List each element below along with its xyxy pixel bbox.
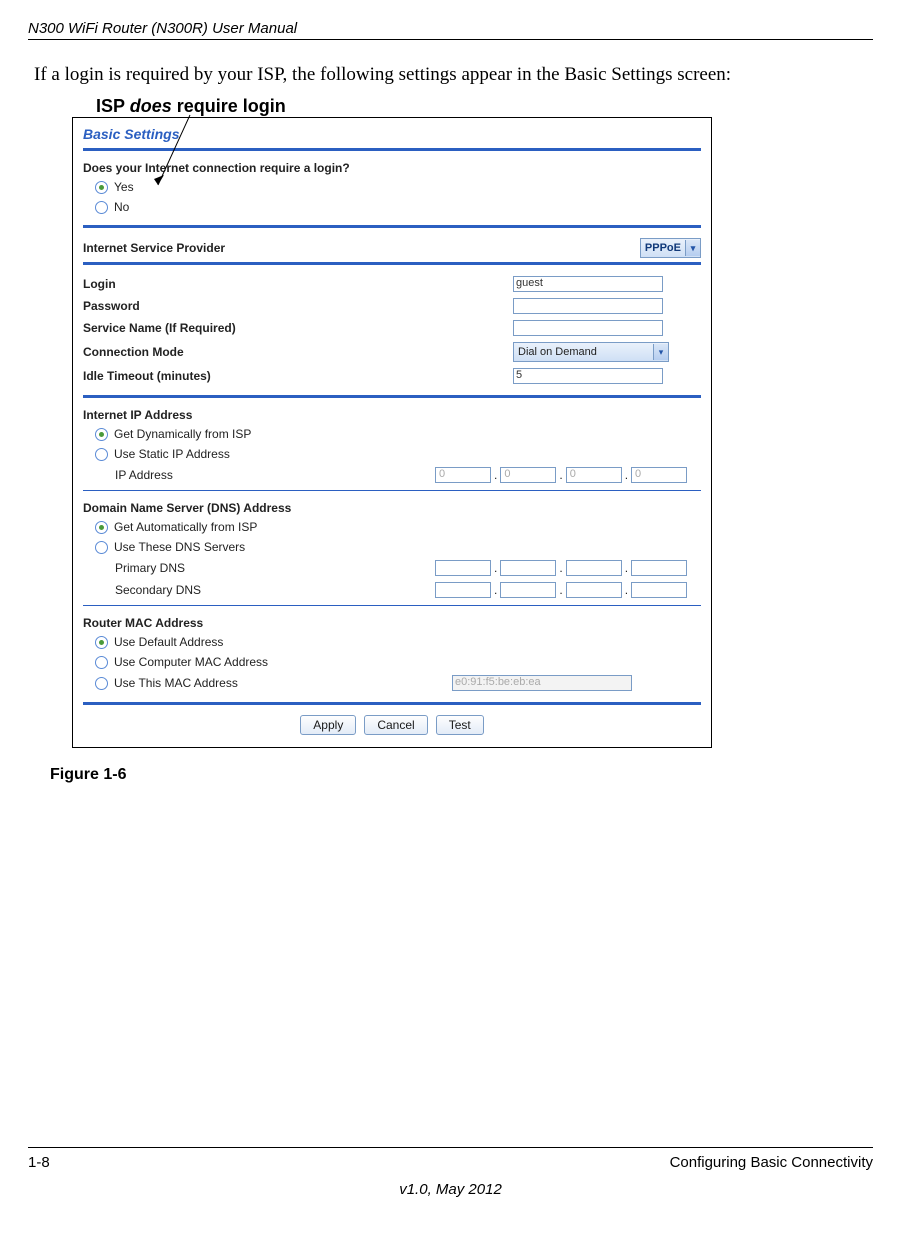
manual-title: N300 WiFi Router (N300R) User Manual: [28, 20, 873, 37]
pdns-2[interactable]: .: [500, 560, 556, 576]
isp-label: Internet Service Provider: [83, 241, 558, 255]
chevron-down-icon: ▾: [653, 344, 668, 360]
footer-rule: [28, 1147, 873, 1148]
dns-head: Domain Name Server (DNS) Address: [83, 499, 701, 517]
internet-ip-head: Internet IP Address: [83, 406, 701, 424]
cancel-button[interactable]: Cancel: [364, 715, 427, 735]
radio-mac-computer[interactable]: [95, 656, 108, 669]
radio-no-label: No: [114, 200, 129, 214]
radio-mac-this[interactable]: [95, 677, 108, 690]
basic-settings-panel: Basic Settings Does your Internet connec…: [72, 117, 712, 748]
ip-dynamic-label: Get Dynamically from ISP: [114, 427, 251, 441]
radio-yes-label: Yes: [114, 180, 134, 194]
sdns-2[interactable]: .: [500, 582, 556, 598]
footer-chapter: Configuring Basic Connectivity: [670, 1154, 873, 1171]
ip-dynamic-row[interactable]: Get Dynamically from ISP: [83, 424, 701, 444]
sep: [83, 395, 701, 398]
ip-static-label: Use Static IP Address: [114, 447, 230, 461]
pdns-3[interactable]: .: [566, 560, 622, 576]
sdns-3[interactable]: .: [566, 582, 622, 598]
primary-dns-inputs[interactable]: .. .. .. .: [435, 560, 687, 576]
isp-row: Internet Service Provider PPPoE ▾: [83, 236, 701, 260]
dns-auto-label: Get Automatically from ISP: [114, 520, 257, 534]
callout-em: does: [130, 96, 172, 116]
service-name-input[interactable]: [513, 320, 663, 336]
primary-dns-label: Primary DNS: [115, 561, 435, 575]
isp-select-value: PPPoE: [645, 242, 681, 254]
pdns-1[interactable]: .: [435, 560, 491, 576]
callout-suffix: require login: [172, 96, 286, 116]
test-button[interactable]: Test: [436, 715, 484, 735]
connection-mode-value: Dial on Demand: [518, 346, 597, 358]
chevron-down-icon: ▾: [685, 240, 700, 256]
panel-title: Basic Settings: [83, 124, 701, 146]
button-row: Apply Cancel Test: [83, 715, 701, 735]
mac-computer-label: Use Computer MAC Address: [114, 655, 268, 669]
password-label: Password: [83, 299, 513, 313]
footer-page-number: 1-8: [28, 1154, 50, 1171]
sdns-1[interactable]: .: [435, 582, 491, 598]
password-input[interactable]: [513, 298, 663, 314]
radio-no-row[interactable]: No: [83, 197, 701, 217]
secondary-dns-label: Secondary DNS: [115, 583, 435, 597]
primary-dns-row: Primary DNS .. .. .. .: [83, 557, 701, 579]
connection-mode-label: Connection Mode: [83, 345, 513, 359]
radio-dns-use[interactable]: [95, 541, 108, 554]
ip-address-label: IP Address: [115, 468, 435, 482]
radio-dns-auto[interactable]: [95, 521, 108, 534]
service-name-label: Service Name (If Required): [83, 321, 513, 335]
radio-yes[interactable]: [95, 181, 108, 194]
page-footer: 1-8 Configuring Basic Connectivity v1.0,…: [28, 1147, 873, 1198]
dns-auto-row[interactable]: Get Automatically from ISP: [83, 517, 701, 537]
login-label: Login: [83, 277, 513, 291]
require-login-question: Does your Internet connection require a …: [83, 159, 701, 177]
mac-computer-row[interactable]: Use Computer MAC Address: [83, 652, 701, 672]
intro-text: If a login is required by your ISP, the …: [34, 64, 873, 86]
mac-this-label: Use This MAC Address: [114, 676, 452, 690]
radio-mac-default[interactable]: [95, 636, 108, 649]
ip-octet-4[interactable]: 0: [631, 467, 687, 483]
mac-address-input[interactable]: e0:91:f5:be:eb:ea: [452, 675, 632, 691]
figure-caption: Figure 1-6: [50, 766, 873, 784]
mac-default-row[interactable]: Use Default Address: [83, 632, 701, 652]
idle-timeout-label: Idle Timeout (minutes): [83, 369, 513, 383]
rule-top: [28, 39, 873, 40]
isp-select[interactable]: PPPoE ▾: [640, 238, 701, 258]
sep: [83, 225, 701, 228]
ip-octet-1[interactable]: 0: [435, 467, 491, 483]
ip-octet-3[interactable]: 0: [566, 467, 622, 483]
callout: ISP does require login: [96, 96, 873, 117]
callout-prefix: ISP: [96, 96, 130, 116]
connection-mode-select[interactable]: Dial on Demand ▾: [513, 342, 669, 362]
ip-octet-2[interactable]: 0: [500, 467, 556, 483]
pdns-4[interactable]: .: [631, 560, 687, 576]
apply-button[interactable]: Apply: [300, 715, 356, 735]
login-input[interactable]: guest: [513, 276, 663, 292]
sep: [83, 490, 701, 491]
sep: [83, 148, 701, 151]
dns-use-row[interactable]: Use These DNS Servers: [83, 537, 701, 557]
footer-version: v1.0, May 2012: [28, 1181, 873, 1198]
radio-yes-row[interactable]: Yes: [83, 177, 701, 197]
sep: [83, 702, 701, 705]
idle-timeout-input[interactable]: 5: [513, 368, 663, 384]
radio-ip-dynamic[interactable]: [95, 428, 108, 441]
ip-static-row[interactable]: Use Static IP Address: [83, 444, 701, 464]
sep: [83, 262, 701, 265]
secondary-dns-inputs[interactable]: .. .. .. .: [435, 582, 687, 598]
sep: [83, 605, 701, 606]
mac-this-row[interactable]: Use This MAC Address e0:91:f5:be:eb:ea: [83, 672, 701, 694]
secondary-dns-row: Secondary DNS .. .. .. .: [83, 579, 701, 601]
radio-no[interactable]: [95, 201, 108, 214]
mac-head: Router MAC Address: [83, 614, 701, 632]
radio-ip-static[interactable]: [95, 448, 108, 461]
sdns-4[interactable]: .: [631, 582, 687, 598]
ip-address-row: IP Address 0. 0. 0. 0: [83, 464, 701, 486]
mac-default-label: Use Default Address: [114, 635, 223, 649]
dns-use-label: Use These DNS Servers: [114, 540, 245, 554]
ip-address-inputs[interactable]: 0. 0. 0. 0: [435, 467, 687, 483]
